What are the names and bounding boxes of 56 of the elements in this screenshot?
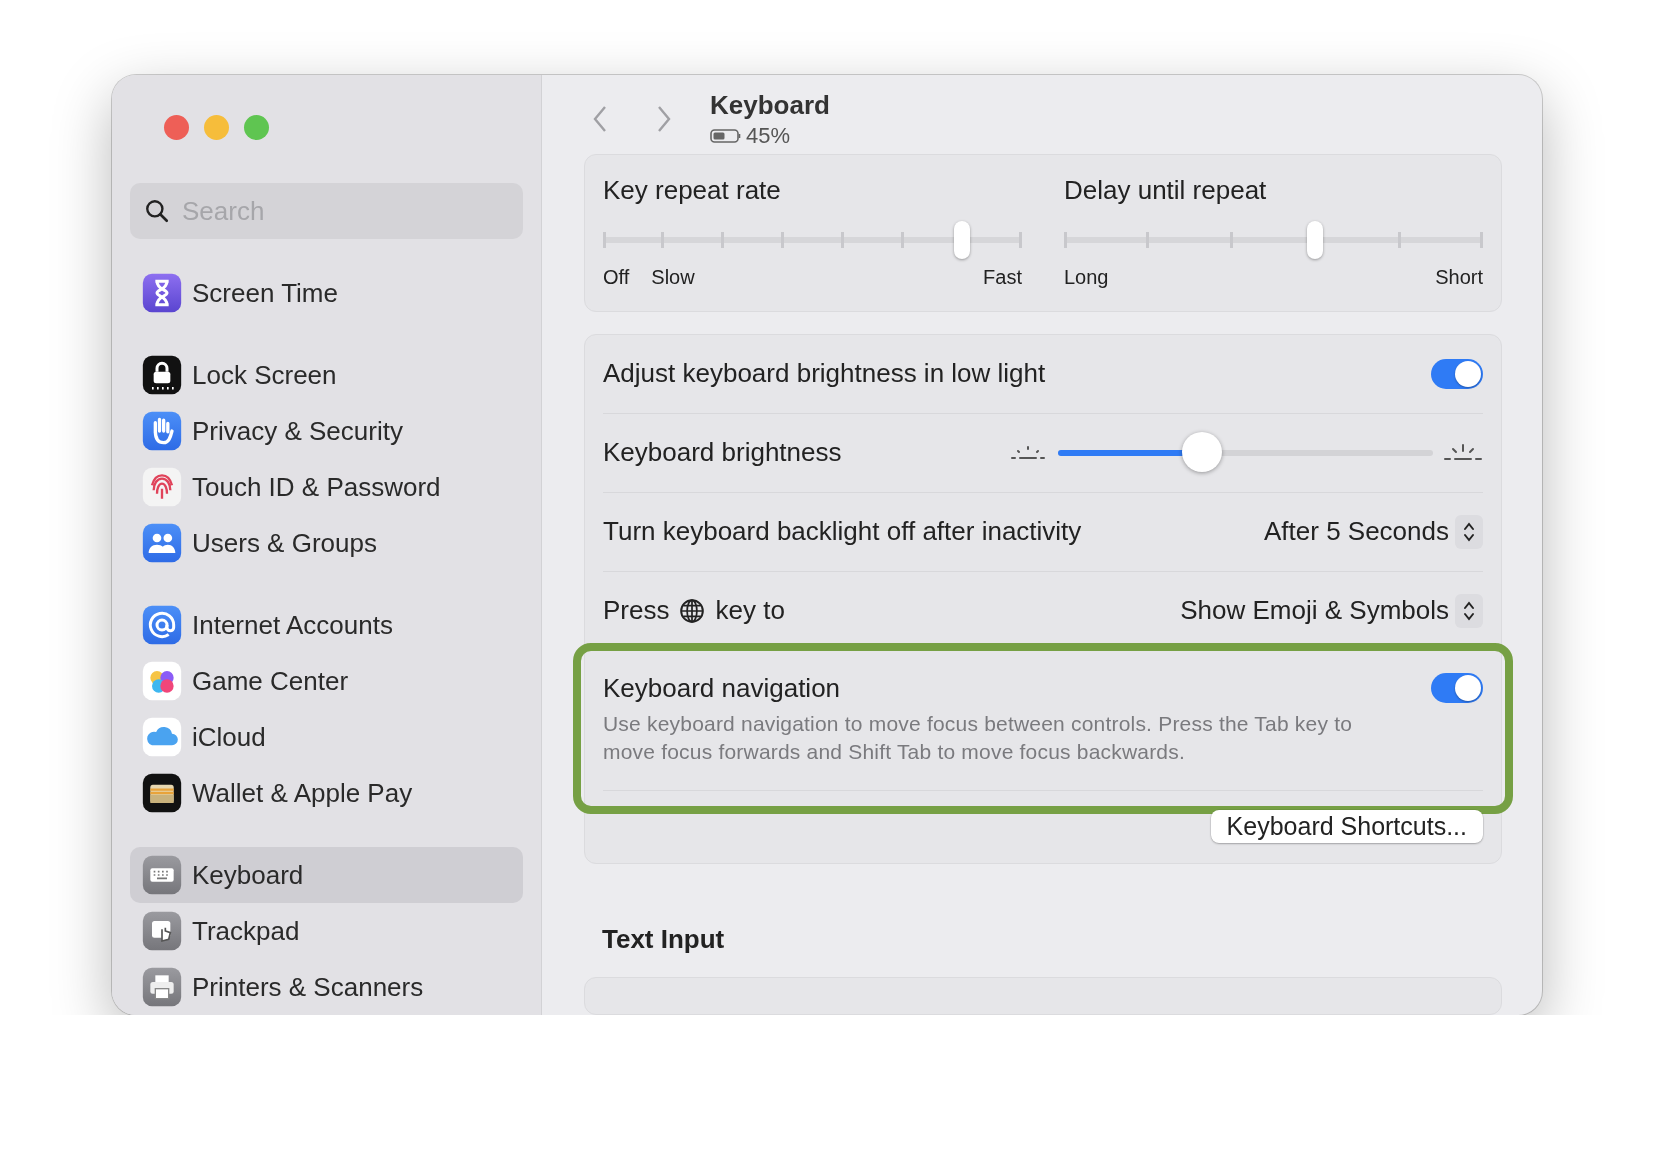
close-button[interactable]: [164, 115, 189, 140]
hourglass-icon: [142, 273, 182, 313]
sidebar-item[interactable]: Lock Screen: [130, 347, 523, 403]
sidebar-item[interactable]: Keyboard: [130, 847, 523, 903]
section-heading: Text Input: [602, 923, 726, 955]
sidebar-item[interactable]: Users & Groups: [130, 515, 523, 571]
sidebar-item[interactable]: Privacy & Security: [130, 403, 523, 459]
zoom-button[interactable]: [244, 115, 269, 140]
hand-pointer-icon: [142, 911, 182, 951]
sidebar-item[interactable]: Game Center: [130, 653, 523, 709]
slider-thumb[interactable]: [1182, 431, 1223, 472]
setting-label: Turn keyboard backlight off after inactivity: [603, 516, 1082, 548]
globe-icon: [679, 597, 706, 624]
slider-label: Key repeat rate: [603, 174, 782, 206]
battery-level: 45%: [746, 122, 791, 149]
padlock-icon: [142, 355, 182, 395]
back-icon[interactable]: [592, 105, 608, 134]
slider-thumb[interactable]: [1307, 220, 1324, 259]
wallet-icon: [142, 773, 182, 813]
setting-label: Keyboard navigation: [603, 672, 842, 704]
hand-icon: [142, 411, 182, 451]
setting-label: key to: [715, 595, 785, 627]
setting-label: Adjust keyboard brightness in low light: [603, 358, 1046, 390]
popup-button[interactable]: Show Emoji & Symbols: [1180, 593, 1483, 628]
toggle-switch[interactable]: [1431, 672, 1483, 703]
sidebar-item[interactable]: Internet Accounts: [130, 597, 523, 653]
sidebar-item[interactable]: Trackpad: [130, 903, 523, 959]
setting-description: Use keyboard navigation to move focus between controls. Press the Tab key to move focus forwards and Shift Tab to move focus backwards.: [603, 710, 1354, 765]
cloud-icon: [142, 717, 182, 757]
setting-label: Keyboard brightness: [603, 437, 842, 469]
sidebar-item[interactable]: Printers & Scanners: [130, 959, 523, 1015]
window-title: Keyboard: [710, 89, 830, 121]
sidebar-item[interactable]: Wallet & Apple Pay: [130, 765, 523, 821]
people-icon: [142, 523, 182, 563]
slider-thumb[interactable]: [954, 220, 971, 259]
printer-icon: [142, 967, 182, 1007]
minimize-button[interactable]: [204, 115, 229, 140]
popup-button[interactable]: After 5 Seconds: [1264, 514, 1483, 549]
sidebar-item[interactable]: Touch ID & Password: [130, 459, 523, 515]
keyboard-shortcuts-button[interactable]: Keyboard Shortcuts...: [1210, 810, 1483, 844]
setting-label: Press: [603, 595, 670, 627]
slider-caption: Slow: [651, 265, 695, 289]
sidebar-item[interactable]: Screen Time: [130, 265, 523, 321]
bubbles-icon: [142, 661, 182, 701]
toggle-switch[interactable]: [1431, 358, 1483, 389]
keyboard-icon: [142, 855, 182, 895]
slider-label: Delay until repeat: [1064, 174, 1268, 206]
slider-caption: Short: [1435, 265, 1483, 289]
sidebar-item[interactable]: iCloud: [130, 709, 523, 765]
forward-icon[interactable]: [656, 105, 672, 134]
at-sign-icon: [142, 605, 182, 645]
battery-icon: [710, 127, 742, 144]
slider-caption: Fast: [983, 265, 1022, 289]
fingerprint-icon: [142, 467, 182, 507]
slider-caption: Off: [603, 265, 630, 289]
slider-caption: Long: [1064, 265, 1109, 289]
